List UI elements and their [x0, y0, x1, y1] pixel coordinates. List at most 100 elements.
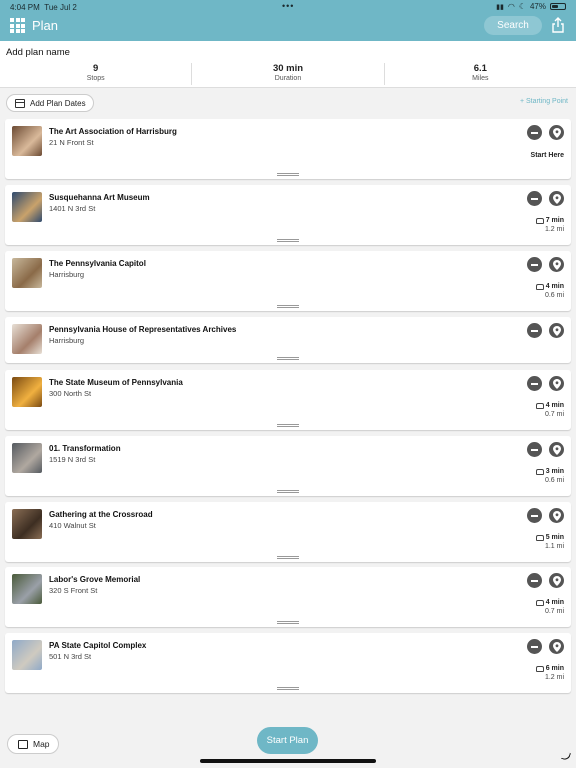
stop-thumbnail: [12, 509, 42, 539]
car-icon: [535, 283, 544, 290]
drive-distance: 1.2 mi: [544, 226, 564, 233]
stop-name: Susquehanna Art Museum: [49, 193, 150, 202]
status-time: 4:04 PM Tue Jul 2: [10, 3, 77, 12]
battery-percent: 47%: [529, 2, 546, 11]
stop-address: 410 Walnut St: [49, 521, 96, 530]
drive-distance: 0.6 mi: [544, 292, 564, 299]
remove-stop-icon[interactable]: [527, 125, 542, 140]
starting-point-button[interactable]: + Starting Point: [520, 98, 568, 105]
drag-handle[interactable]: [277, 357, 299, 360]
status-indicators: ▮▮ ◠ ☾ 47%: [496, 2, 566, 11]
stop-card[interactable]: 01. Transformation 1519 N 3rd St 3 min 0.6 …: [5, 436, 571, 496]
stop-card[interactable]: Susquehanna Art Museum 1401 N 3rd St 7 min…: [5, 185, 571, 245]
location-pin-icon[interactable]: [549, 376, 564, 391]
stop-address: 320 S Front St: [49, 586, 98, 595]
drive-info: 6 min 1.2 mi: [524, 665, 564, 681]
stop-address: 300 North St: [49, 389, 92, 398]
stop-thumbnail: [12, 377, 42, 407]
drive-distance: 1.2 mi: [544, 674, 564, 681]
location-pin-icon[interactable]: [549, 508, 564, 523]
drive-distance: 1.1 mi: [544, 543, 564, 550]
status-bar: 4:04 PM Tue Jul 2 ••• ▮▮ ◠ ☾ 47%: [0, 0, 576, 14]
plan-name-field[interactable]: Add plan name: [6, 47, 70, 58]
stop-name: The Art Association of Harrisburg: [49, 127, 177, 136]
start-here-label: Start Here: [530, 152, 564, 159]
car-icon: [535, 534, 544, 541]
stop-card[interactable]: PA State Capitol Complex 501 N 3rd St 6 mi…: [5, 633, 571, 693]
stop-thumbnail: [12, 443, 42, 473]
stop-card[interactable]: The Art Association of Harrisburg 21 N Fr…: [5, 119, 571, 179]
start-plan-button[interactable]: Start Plan: [257, 727, 318, 754]
stat-duration: 30 min Duration: [192, 63, 385, 85]
moon-icon: ☾: [518, 2, 526, 11]
stop-address: 1401 N 3rd St: [49, 204, 96, 213]
calendar-icon: [15, 98, 25, 108]
car-icon: [535, 402, 544, 409]
drag-handle[interactable]: [277, 687, 299, 690]
remove-stop-icon[interactable]: [527, 191, 542, 206]
stop-card[interactable]: Pennsylvania House of Representatives Ar…: [5, 317, 571, 363]
share-icon[interactable]: [551, 17, 565, 33]
stat-stops: 9 Stops: [0, 63, 193, 85]
stop-address: 21 N Front St: [49, 138, 94, 147]
location-pin-icon[interactable]: [549, 191, 564, 206]
remove-stop-icon[interactable]: [527, 573, 542, 588]
stop-name: Pennsylvania House of Representatives Ar…: [49, 325, 237, 334]
drive-distance: 0.7 mi: [544, 608, 564, 615]
drag-handle[interactable]: [277, 556, 299, 559]
location-pin-icon[interactable]: [549, 573, 564, 588]
bottom-bar: Map Start Plan: [0, 710, 576, 768]
car-icon: [535, 468, 544, 475]
multitask-dots[interactable]: •••: [282, 1, 294, 11]
drive-info: 4 min 0.7 mi: [524, 599, 564, 615]
remove-stop-icon[interactable]: [527, 257, 542, 272]
remove-stop-icon[interactable]: [527, 442, 542, 457]
corner-gesture-icon: [561, 751, 571, 761]
drive-info: 3 min 0.6 mi: [524, 468, 564, 484]
drag-handle[interactable]: [277, 621, 299, 624]
signal-icon: ▮▮: [496, 3, 504, 11]
stop-name: Gathering at the Crossroad: [49, 510, 153, 519]
wifi-icon: ◠: [507, 2, 515, 11]
drive-info: 4 min 0.6 mi: [524, 283, 564, 299]
car-icon: [535, 217, 544, 224]
add-plan-dates-button[interactable]: Add Plan Dates: [6, 94, 94, 112]
app-grid-icon[interactable]: [10, 18, 25, 33]
stop-name: PA State Capitol Complex: [49, 641, 147, 650]
drag-handle[interactable]: [277, 173, 299, 176]
drag-handle[interactable]: [277, 424, 299, 427]
stop-thumbnail: [12, 126, 42, 156]
plan-header: Add plan name 9 Stops 30 min Duration 6.…: [0, 41, 576, 88]
drive-distance: 0.7 mi: [544, 411, 564, 418]
plan-stats: 9 Stops 30 min Duration 6.1 Miles: [0, 63, 576, 85]
search-button[interactable]: Search: [484, 16, 542, 35]
stop-card[interactable]: The State Museum of Pennsylvania 300 Nort…: [5, 370, 571, 430]
remove-stop-icon[interactable]: [527, 323, 542, 338]
stop-thumbnail: [12, 640, 42, 670]
remove-stop-icon[interactable]: [527, 508, 542, 523]
map-button[interactable]: Map: [7, 734, 59, 754]
drag-handle[interactable]: [277, 305, 299, 308]
stop-card[interactable]: Labor's Grove Memorial 320 S Front St 4 mi…: [5, 567, 571, 627]
stop-card[interactable]: The Pennsylvania Capitol Harrisburg 4 min 0…: [5, 251, 571, 311]
stop-card[interactable]: Gathering at the Crossroad 410 Walnut St 5…: [5, 502, 571, 562]
location-pin-icon[interactable]: [549, 323, 564, 338]
remove-stop-icon[interactable]: [527, 376, 542, 391]
stop-thumbnail: [12, 258, 42, 288]
car-icon: [535, 599, 544, 606]
location-pin-icon[interactable]: [549, 442, 564, 457]
map-icon: [18, 739, 28, 749]
drag-handle[interactable]: [277, 239, 299, 242]
stop-thumbnail: [12, 192, 42, 222]
location-pin-icon[interactable]: [549, 125, 564, 140]
stop-name: 01. Transformation: [49, 444, 121, 453]
drive-info: 4 min 0.7 mi: [524, 402, 564, 418]
stop-name: Labor's Grove Memorial: [49, 575, 141, 584]
stop-address: Harrisburg: [49, 336, 85, 345]
remove-stop-icon[interactable]: [527, 639, 542, 654]
location-pin-icon[interactable]: [549, 257, 564, 272]
location-pin-icon[interactable]: [549, 639, 564, 654]
drag-handle[interactable]: [277, 490, 299, 493]
page-title: Plan: [32, 18, 59, 33]
stop-address: 1519 N 3rd St: [49, 455, 96, 464]
